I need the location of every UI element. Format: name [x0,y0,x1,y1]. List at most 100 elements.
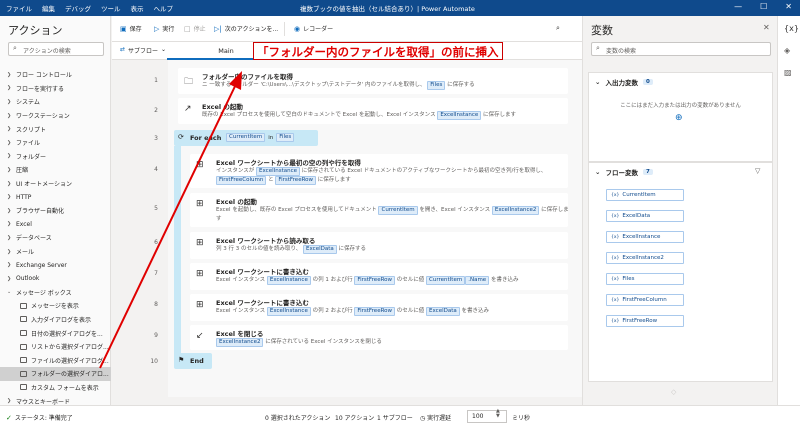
loop-bracket [174,146,181,356]
layers-icon[interactable]: ◈ [784,46,790,55]
action-input-dialog[interactable]: 入力ダイアログを表示 [0,313,111,327]
menu-debug[interactable]: デバッグ [65,3,91,13]
excel-icon: ⊞ [196,199,204,209]
action-date-dialog[interactable]: 日付の選択ダイアログを... [0,326,111,340]
category-database[interactable]: ❯ データベース [0,231,111,245]
menu-edit[interactable]: 編集 [42,3,55,13]
action-file-dialog[interactable]: ファイルの選択ダイアログ... [0,353,111,367]
flow-canvas: 1 2 3 4 5 6 7 8 9 10 🗀 フォルダー内のファイルを取得 ニ … [112,60,582,397]
eraser-icon[interactable]: ◇ [671,388,676,396]
variable-item[interactable]: {x} FirstFreeColumn [606,294,684,306]
close-icon[interactable]: ✕ [763,23,770,32]
variable-chip: FirstFreeColumn [216,176,267,185]
category-folder[interactable]: ❯ フォルダー [0,150,111,164]
action-folder-dialog[interactable]: フォルダーの選択ダイアロ... [0,367,111,381]
filter-icon[interactable]: ▽ [755,167,760,175]
record-icon: ◉ [294,24,301,33]
flow-search-button[interactable]: ⌕ [556,24,560,33]
variable-chip: ExcelInstance [266,276,311,285]
variable-item[interactable]: {x} Files [606,273,684,285]
save-button[interactable]: ▣ 保存 [120,24,142,34]
minimize-button[interactable]: — [734,2,742,11]
line-number: 7 [154,270,158,277]
close-button[interactable]: ✕ [785,2,792,11]
actions-count: 10 アクション [335,415,375,422]
io-variables-header[interactable]: ⌄ 入出力変数 0 [589,73,772,91]
stop-button[interactable]: □ 停止 [184,24,206,34]
actions-search-input[interactable]: ⌕ アクションの検索 [8,42,104,56]
flow-step-launch-excel[interactable]: ↗ Excel の起動 既存の Excel プロセスを使用して空白のドキュメント… [178,98,568,124]
category-exchange-server[interactable]: ❯ Exchange Server [0,258,111,272]
chevron-down-icon: ⌄ [7,289,12,296]
variable-icon: {x} [611,276,620,282]
flow-step-for-each[interactable]: ⟳ For each CurrentItem in Files [174,130,318,146]
flow-variables-header[interactable]: ⌄ フロー変数 7 [589,163,772,181]
variables-rail-icon[interactable]: {x} [784,24,799,33]
arrow-up-right-icon: ↗ [184,104,192,114]
category-message-boxes[interactable]: ⌄ メッセージ ボックス [0,286,111,300]
flow-step-close-excel[interactable]: ↙ Excel を閉じる ExcelInstance2 に保存されている Exc… [190,325,568,350]
flow-step-write-worksheet-1[interactable]: ⊞ Excel ワークシートに書き込む Excel インスタンス ExcelIn… [190,263,568,290]
dialog-icon [20,357,27,364]
maximize-button[interactable]: ☐ [760,2,767,11]
check-circle-icon: ✓ [6,413,12,422]
step-description: Excel インスタンス ExcelInstance の列 1 および行 Fir… [216,276,519,285]
flow-step-launch-excel-2[interactable]: ⊞ Excel の起動 Excel を起動し、既存の Excel プロセスを使用… [190,193,569,227]
actions-search-placeholder: アクションの検索 [23,47,71,55]
variable-item[interactable]: {x} ExcelData [606,210,684,222]
category-file[interactable]: ❯ ファイル [0,136,111,150]
excel-icon: ⊞ [196,160,204,170]
next-action-button[interactable]: ▷| 次のアクションを... [214,24,278,34]
flow-step-end[interactable]: ⚑ End [174,353,212,369]
line-number: 2 [154,107,158,114]
io-count-badge: 0 [642,79,653,85]
category-excel[interactable]: ❯ Excel [0,218,111,232]
category-outlook[interactable]: ❯ Outlook [0,272,111,286]
variable-item[interactable]: {x} CurrentItem [606,189,684,201]
search-icon: ⌕ [13,44,17,52]
image-icon[interactable]: ▨ [784,68,792,77]
action-custom-form[interactable]: カスタム フォームを表示 [0,381,111,395]
step-description: 既存の Excel プロセスを使用して空白のドキュメントで Excel を起動し… [202,111,517,120]
variables-search-input[interactable]: ⌕ 変数の検索 [591,42,771,56]
dialog-icon [20,370,27,377]
category-browser-automation[interactable]: ❯ ブラウザー自動化 [0,204,111,218]
variable-chip: FirstFreeRow [275,176,317,185]
menu-view[interactable]: 表示 [131,3,144,13]
category-run-flow[interactable]: ❯ フローを実行する [0,82,111,96]
flow-step-get-first-free[interactable]: ⊞ Excel ワークシートから最初の空の列や行を取得 インスタンスが Exce… [190,154,568,188]
variable-item[interactable]: {x} ExcelInstance [606,231,684,243]
category-system[interactable]: ❯ システム [0,95,111,109]
run-button[interactable]: ▷ 実行 [154,24,174,34]
flow-step-write-worksheet-2[interactable]: ⊞ Excel ワークシートに書き込む Excel インスタンス ExcelIn… [190,294,568,321]
category-flow-control[interactable]: ❯ フロー コントロール [0,68,111,82]
variable-chip: FirstFreeRow [354,276,396,285]
line-number: 9 [154,332,158,339]
io-variables-section: ⌄ 入出力変数 0 ここにはまだ入力または出力の変数がありません ⊕ [588,72,773,162]
spin-down-icon[interactable]: ▼ [496,413,500,419]
flow-step-get-files[interactable]: 🗀 フォルダー内のファイルを取得 ニ 一致するフォルダー 'C:\Users\.… [178,68,568,94]
category-workstation[interactable]: ❯ ワークステーション [0,109,111,123]
category-http[interactable]: ❯ HTTP [0,190,111,204]
category-ui-automation[interactable]: ❯ UI オートメーション [0,177,111,191]
category-scripting[interactable]: ❯ スクリプト [0,122,111,136]
chevron-right-icon: ❯ [7,221,12,228]
run-delay-input[interactable]: 100 [467,410,507,423]
category-compression[interactable]: ❯ 圧縮 [0,163,111,177]
recorder-button[interactable]: ◉ レコーダー [294,24,333,34]
subflow-dropdown[interactable]: ⇄ サブフロー ⌄ [120,46,166,55]
variable-item[interactable]: {x} ExcelInstance2 [606,252,684,264]
menu-file[interactable]: ファイル [6,3,32,13]
selected-actions-count: 0 選択されたアクション [265,415,331,422]
flow-step-read-worksheet[interactable]: ⊞ Excel ワークシートから読み取る 列 3 行 3 のセルの値を読み取り、… [190,232,568,259]
action-list-dialog[interactable]: リストから選択ダイアログ... [0,340,111,354]
action-display-message[interactable]: メッセージを表示 [0,299,111,313]
step-description: インスタンスが ExcelInstance に保存されている Excel ドキュ… [216,167,547,185]
delay-spinner[interactable]: ▲ ▼ [496,409,500,419]
add-circle-icon[interactable]: ⊕ [675,113,683,123]
menu-help[interactable]: ヘルプ [154,3,174,13]
category-email[interactable]: ❯ メール [0,245,111,259]
menu-tools[interactable]: ツール [101,3,121,13]
variable-item[interactable]: {x} FirstFreeRow [606,315,684,327]
clock-icon: ◷ [420,415,426,422]
